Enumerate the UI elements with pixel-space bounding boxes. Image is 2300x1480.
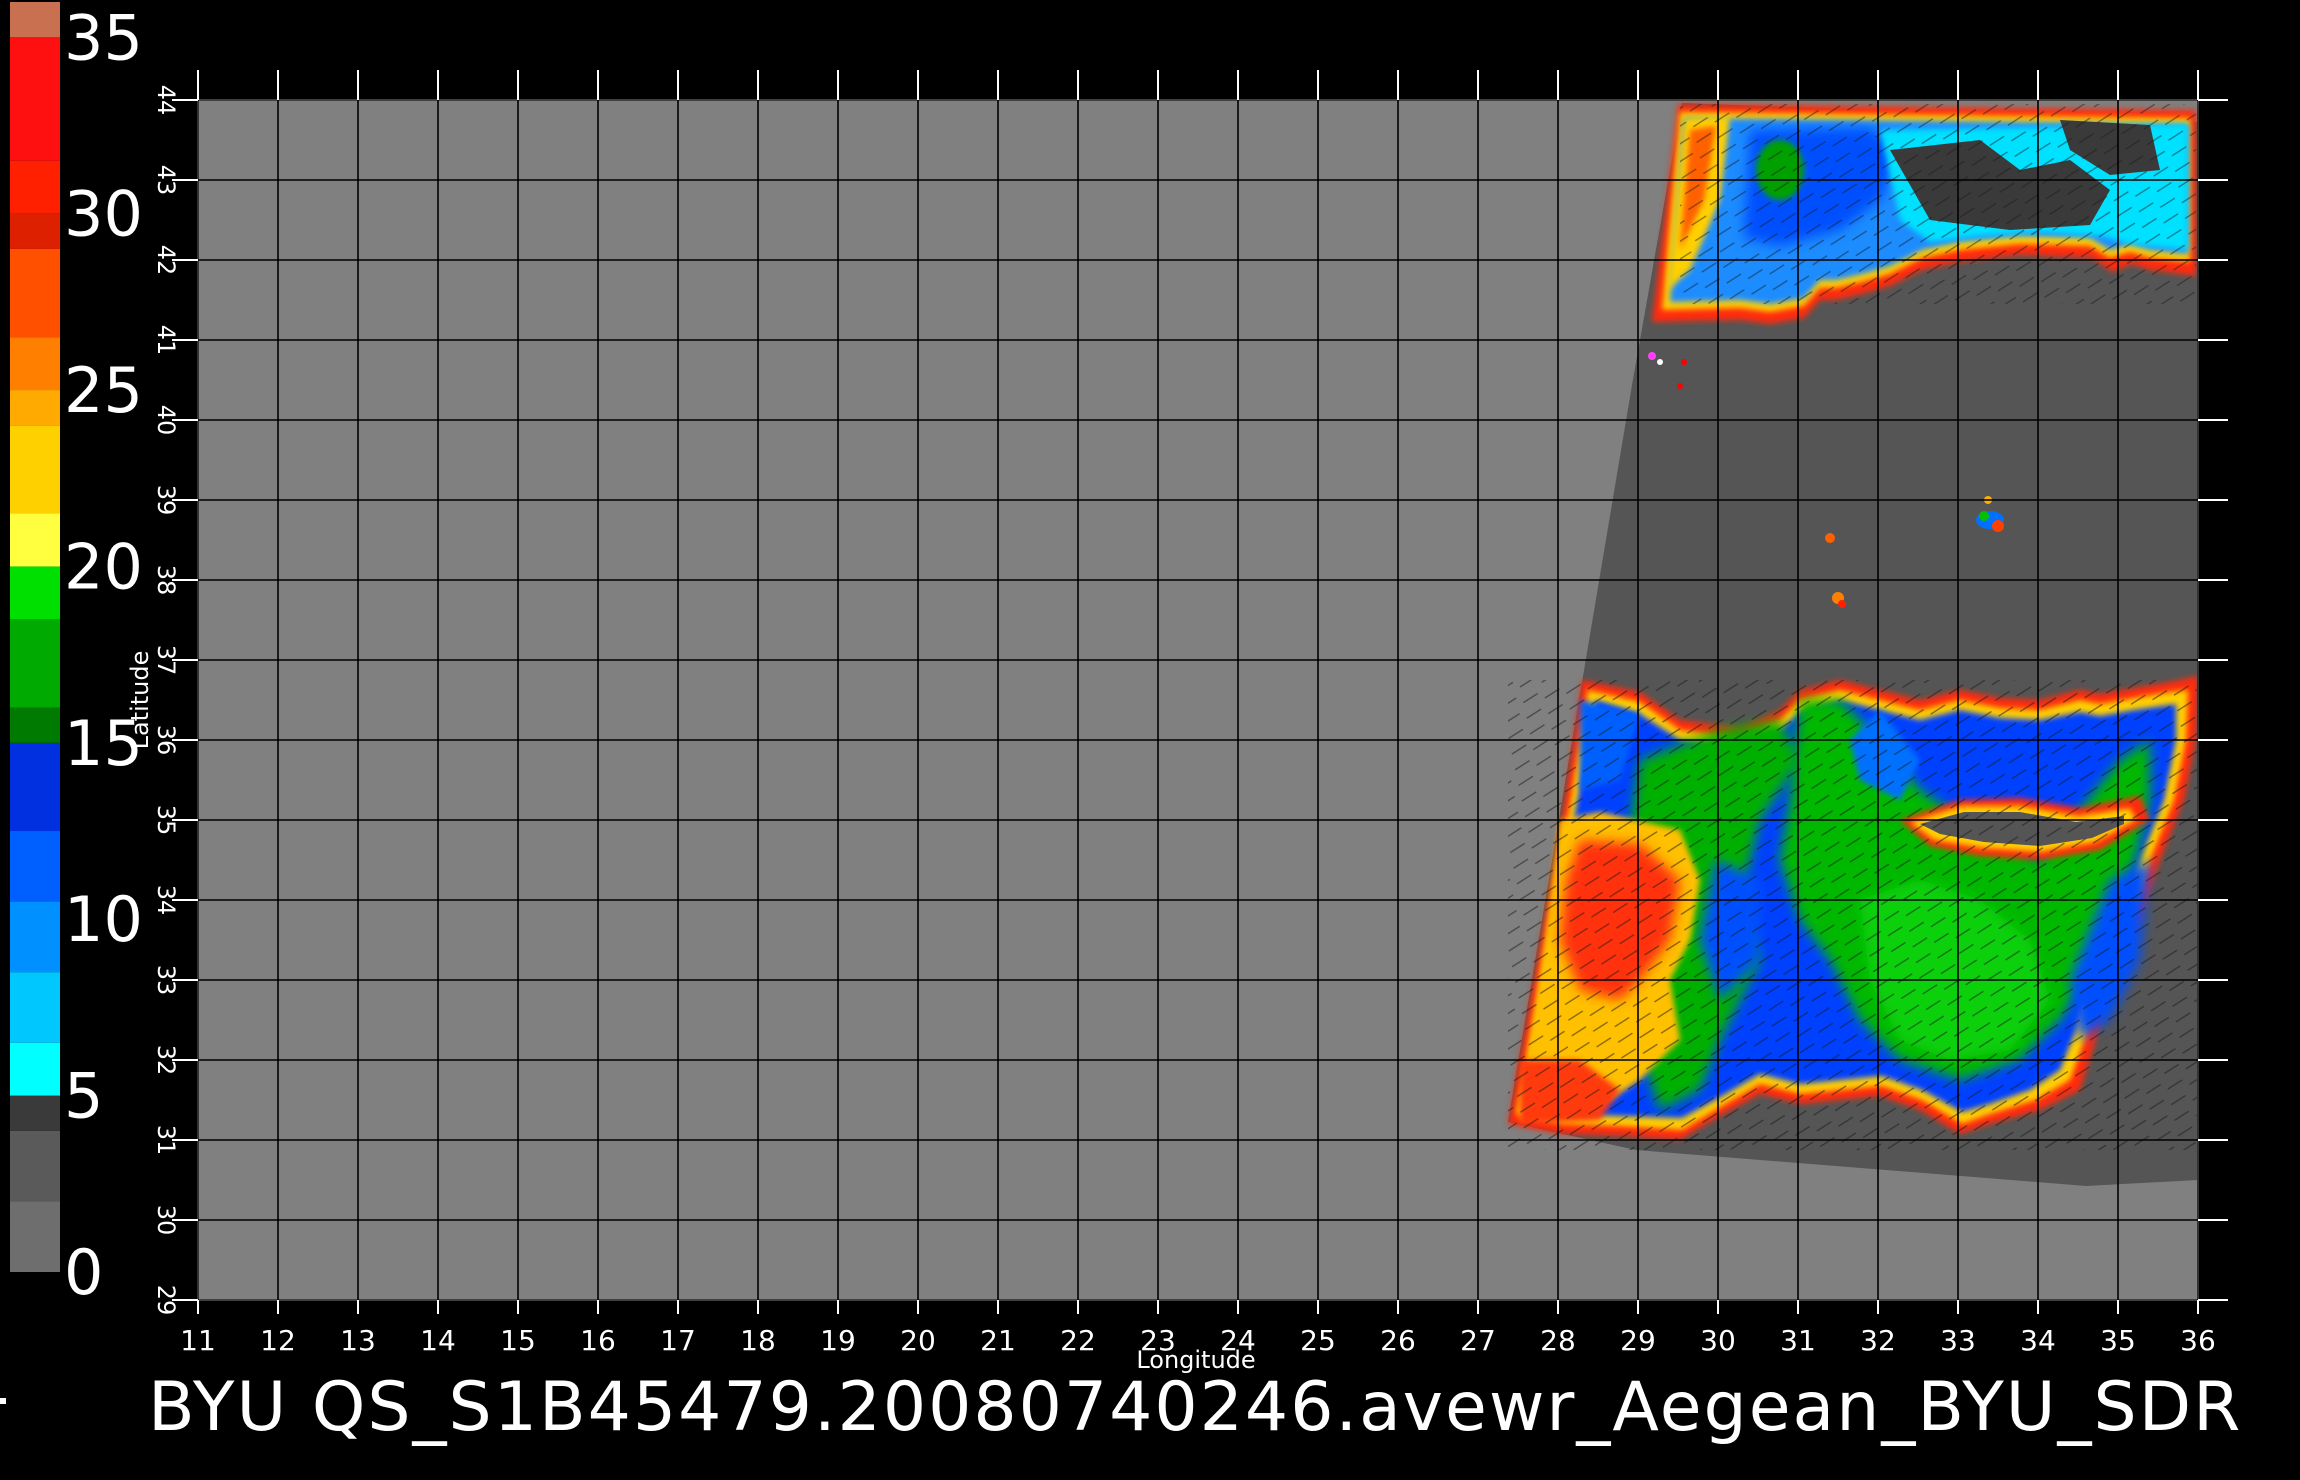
longitude-tick-label: 26 [1380,1324,1416,1357]
longitude-tick-label: 18 [740,1324,776,1357]
colorbar-segment [10,742,60,832]
colorbar-tick-label: 5 [64,1060,103,1133]
longitude-tick-label: 22 [1060,1324,1096,1357]
longitude-tick-label: 21 [980,1324,1016,1357]
longitude-tick-label: 17 [660,1324,696,1357]
colorbar-tick-label: 35 [64,1,143,74]
colorbar-segment [10,566,60,620]
longitude-tick-label: 28 [1540,1324,1576,1357]
longitude-tick-label: 27 [1460,1324,1496,1357]
colorbar-segment [10,513,60,567]
latitude-tick-label: 32 [152,1045,180,1076]
longitude-tick-label: 15 [500,1324,536,1357]
figure-caption: BYU QS_S1B45479.20080740246.avewr_Aegean… [148,1368,2243,1447]
colorbar-segment [10,390,60,426]
latitude-tick-label: 44 [152,85,180,116]
latitude-tick-label: 38 [152,565,180,596]
latitude-tick-label: 36 [152,725,180,756]
latitude-tick-label: 34 [152,885,180,916]
edge-marker [0,1398,6,1404]
colorbar-segment [10,901,60,973]
colorbar-segment [10,619,60,708]
colorbar-segment [10,213,60,249]
longitude-tick-label: 25 [1300,1324,1336,1357]
longitude-tick-label: 16 [580,1324,616,1357]
latitude-tick-label: 40 [152,405,180,436]
colorbar-segment [10,2,60,38]
longitude-tick-label: 14 [420,1324,456,1357]
colorbar: 05101520253035 [10,1,143,1309]
colorbar-segment [10,1201,60,1272]
longitude-tick-label: 11 [180,1324,216,1357]
longitude-tick-label: 33 [1940,1324,1976,1357]
longitude-tick-label: 13 [340,1324,376,1357]
latitude-tick-label: 41 [152,325,180,356]
colorbar-segment [10,160,60,214]
latitude-tick-labels: 29 30 31 32 33 34 35 36 37 38 39 40 41 42 43 44 [152,85,180,1316]
latitude-tick-label: 33 [152,965,180,996]
colorbar-segment [10,337,60,391]
colorbar-segment [10,37,60,161]
colorbar-segment [10,425,60,514]
colorbar-segment [10,248,60,338]
colorbar-segment [10,1095,60,1131]
colorbar-segment [10,1042,60,1096]
latitude-tick-label: 29 [152,1285,180,1316]
longitude-tick-label: 34 [2020,1324,2056,1357]
black-sea-wind-field [1652,104,2196,324]
colorbar-tick-label: 30 [64,178,143,251]
colorbar-segment [10,1130,60,1202]
colorbar-segment [10,831,60,902]
east-mediterranean-wind-field [1508,676,2198,1150]
colorbar-tick-label: 10 [64,883,143,956]
longitude-tick-label: 20 [900,1324,936,1357]
longitude-tick-label: 31 [1780,1324,1816,1357]
longitude-tick-label: 29 [1620,1324,1656,1357]
longitude-tick-label: 32 [1860,1324,1896,1357]
longitude-tick-label: 12 [260,1324,296,1357]
wind-speed-map-figure: 0 5 10 15 20 25 30 35 11 12 13 14 15 16 17 18 1… [10,1,2228,1374]
latitude-tick-label: 43 [152,165,180,196]
latitude-tick-label: 42 [152,245,180,276]
latitude-tick-label: 39 [152,485,180,516]
colorbar-segment [10,707,60,743]
longitude-tick-label: 36 [2180,1324,2216,1357]
colorbar-tick-label: 25 [64,354,143,427]
latitude-tick-label: 37 [152,645,180,676]
longitude-tick-label: 35 [2100,1324,2136,1357]
latitude-tick-label: 35 [152,805,180,836]
latitude-tick-label: 30 [152,1205,180,1236]
longitude-tick-label: 19 [820,1324,856,1357]
longitude-tick-label: 30 [1700,1324,1736,1357]
latitude-tick-label: 31 [152,1125,180,1156]
colorbar-tick-label: 0 [64,1236,103,1309]
colorbar-tick-label: 20 [64,530,143,603]
colorbar-segment [10,972,60,1043]
y-axis-label: Latitude [126,651,154,750]
